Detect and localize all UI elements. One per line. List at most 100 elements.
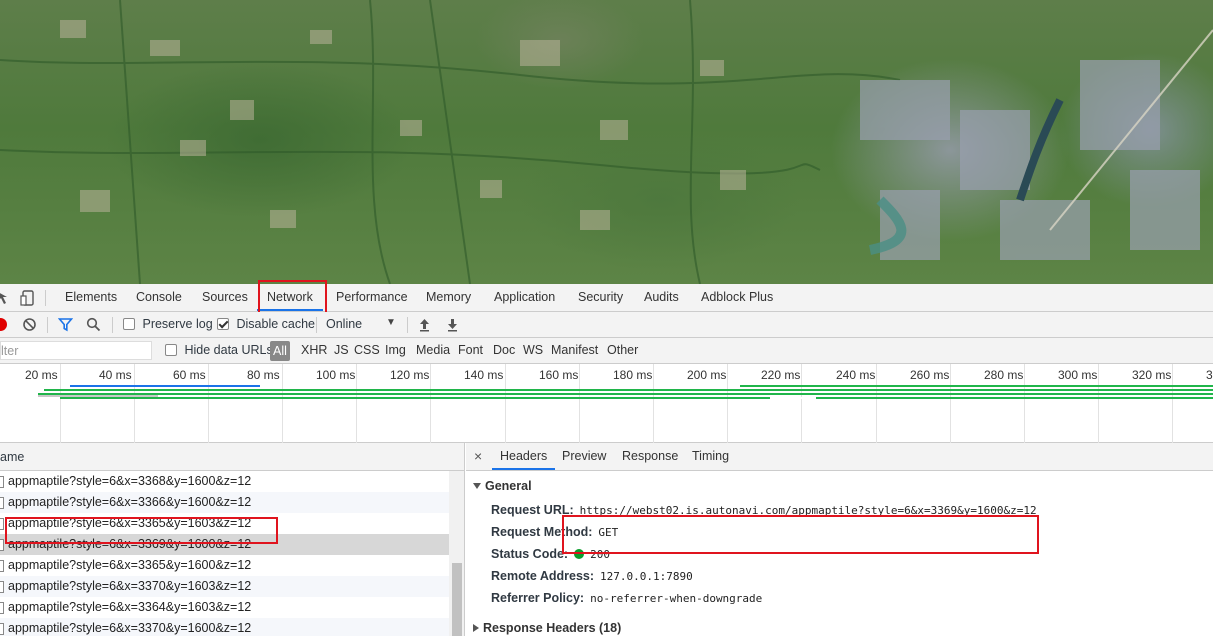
filter-type-font[interactable]: Font bbox=[458, 343, 483, 357]
tab-network[interactable]: Network bbox=[257, 284, 323, 311]
tab-sources[interactable]: Sources bbox=[192, 284, 258, 311]
filter-icon[interactable] bbox=[58, 317, 73, 332]
import-har-icon[interactable] bbox=[418, 317, 431, 332]
timeline-gridline bbox=[727, 364, 728, 443]
timeline-tick-label: 140 ms bbox=[464, 368, 504, 382]
response-headers-section-header[interactable]: Response Headers (18) bbox=[473, 621, 621, 635]
timeline-tick-label: 160 ms bbox=[539, 368, 579, 382]
timeline-gridline bbox=[60, 364, 61, 443]
document-icon bbox=[0, 497, 4, 509]
record-icon[interactable] bbox=[0, 318, 7, 331]
toolbar-separator bbox=[47, 317, 48, 333]
device-toolbar-icon[interactable] bbox=[20, 290, 36, 306]
close-icon[interactable]: × bbox=[474, 448, 482, 464]
request-row-selected[interactable]: appmaptile?style=6&x=3369&y=1600&z=12 bbox=[0, 534, 449, 555]
filter-type-xhr[interactable]: XHR bbox=[301, 343, 327, 357]
name-column-header: ame bbox=[0, 450, 25, 464]
highlight-request-url bbox=[562, 515, 1039, 554]
timeline-tick-label: 180 ms bbox=[613, 368, 653, 382]
request-row[interactable]: appmaptile?style=6&x=3364&y=1603&z=12 bbox=[0, 597, 449, 618]
response-headers-title: Response Headers (18) bbox=[483, 621, 622, 635]
document-icon bbox=[0, 623, 4, 635]
request-name: appmaptile?style=6&x=3365&y=1600&z=12 bbox=[8, 558, 252, 572]
filter-type-img[interactable]: Img bbox=[385, 343, 406, 357]
request-name: appmaptile?style=6&x=3368&y=1600&z=12 bbox=[8, 474, 252, 488]
timeline-gridline bbox=[579, 364, 580, 443]
general-section-header[interactable]: General bbox=[473, 479, 532, 493]
timeline-overview[interactable]: 20 ms 40 ms 60 ms 80 ms 100 ms 120 ms 14… bbox=[0, 364, 1213, 443]
timeline-tick-label: 320 ms bbox=[1132, 368, 1172, 382]
tab-console[interactable]: Console bbox=[126, 284, 192, 311]
devtools-tab-bar: Elements Console Sources Network Perform… bbox=[0, 280, 1213, 316]
tab-performance[interactable]: Performance bbox=[326, 284, 418, 311]
request-row[interactable]: appmaptile?style=6&x=3365&y=1600&z=12 bbox=[0, 555, 449, 576]
tab-timing[interactable]: Timing bbox=[684, 443, 737, 470]
timeline-tick-label: 300 ms bbox=[1058, 368, 1098, 382]
tab-preview[interactable]: Preview bbox=[554, 443, 614, 470]
request-list-scrollbar[interactable] bbox=[449, 471, 464, 636]
toolbar-separator bbox=[112, 317, 113, 333]
request-row[interactable]: appmaptile?style=6&x=3368&y=1600&z=12 bbox=[0, 471, 449, 492]
request-row[interactable]: appmaptile?style=6&x=3365&y=1603&z=12 bbox=[0, 513, 449, 534]
request-row[interactable]: appmaptile?style=6&x=3370&y=1600&z=12 bbox=[0, 618, 449, 636]
filter-type-doc[interactable]: Doc bbox=[493, 343, 515, 357]
timeline-tick-label: 260 ms bbox=[910, 368, 950, 382]
filter-input[interactable]: lter bbox=[0, 341, 152, 360]
hide-data-urls-checkbox[interactable]: Hide data URLs bbox=[165, 343, 273, 357]
filter-type-manifest[interactable]: Manifest bbox=[551, 343, 598, 357]
network-filter-bar: lter Hide data URLs All XHR JS CSS Img M… bbox=[0, 338, 1213, 364]
document-icon bbox=[0, 560, 4, 572]
search-icon[interactable] bbox=[86, 317, 101, 332]
timeline-bar bbox=[60, 397, 1213, 399]
tab-adblock-plus[interactable]: Adblock Plus bbox=[691, 284, 783, 311]
preserve-log-checkbox[interactable]: Preserve log bbox=[123, 317, 213, 331]
timeline-tick-label: 240 ms bbox=[836, 368, 876, 382]
tab-application[interactable]: Application bbox=[484, 284, 565, 311]
filter-type-js[interactable]: JS bbox=[334, 343, 349, 357]
clear-icon[interactable] bbox=[22, 317, 37, 332]
filter-type-all[interactable]: All bbox=[270, 341, 290, 361]
status-code-value: 200 bbox=[590, 548, 610, 561]
tab-response[interactable]: Response bbox=[614, 443, 686, 470]
timeline-bar bbox=[44, 389, 1213, 391]
export-har-icon[interactable] bbox=[446, 317, 459, 332]
filter-type-ws[interactable]: WS bbox=[523, 343, 543, 357]
filter-type-other[interactable]: Other bbox=[607, 343, 638, 357]
filter-placeholder: lter bbox=[1, 344, 19, 358]
timeline-bar bbox=[740, 385, 1213, 387]
tab-headers[interactable]: Headers bbox=[492, 443, 556, 470]
tab-security[interactable]: Security bbox=[568, 284, 633, 311]
tab-memory[interactable]: Memory bbox=[416, 284, 481, 311]
timeline-gridline bbox=[282, 364, 283, 443]
disable-cache-checkbox[interactable]: Disable cache bbox=[217, 317, 315, 331]
tab-separator bbox=[45, 290, 46, 306]
tab-audits[interactable]: Audits bbox=[634, 284, 689, 311]
status-code-label: Status Code: bbox=[491, 547, 569, 561]
timeline-tick-label: 100 ms bbox=[316, 368, 356, 382]
filter-type-css[interactable]: CSS bbox=[354, 343, 380, 357]
filter-type-media[interactable]: Media bbox=[416, 343, 450, 357]
request-list-header[interactable]: ame bbox=[0, 443, 464, 471]
timeline-tick-label: 120 ms bbox=[390, 368, 430, 382]
checkbox-icon bbox=[123, 318, 135, 330]
timeline-tick-label: 40 ms bbox=[99, 368, 132, 382]
request-method-label: Request Method: bbox=[491, 525, 593, 539]
chevron-down-icon[interactable]: ▼ bbox=[386, 317, 396, 328]
throttling-value: Online bbox=[326, 317, 363, 331]
request-row[interactable]: appmaptile?style=6&x=3370&y=1603&z=12 bbox=[0, 576, 449, 597]
request-row[interactable]: appmaptile?style=6&x=3366&y=1600&z=12 bbox=[0, 492, 449, 513]
status-success-icon bbox=[574, 549, 585, 559]
hide-data-urls-label: Hide data URLs bbox=[184, 343, 273, 357]
document-icon bbox=[0, 581, 4, 593]
timeline-gridline bbox=[1024, 364, 1025, 443]
timeline-gridline bbox=[801, 364, 802, 443]
tab-elements[interactable]: Elements bbox=[55, 284, 127, 311]
toolbar-separator bbox=[316, 317, 317, 333]
scrollbar-thumb[interactable] bbox=[452, 563, 462, 636]
referrer-policy-row: Referrer Policy: no-referrer-when-downgra… bbox=[491, 591, 762, 605]
inspect-element-icon[interactable] bbox=[0, 290, 12, 306]
throttling-select[interactable]: Online bbox=[326, 317, 362, 331]
satellite-map[interactable] bbox=[0, 0, 1213, 284]
timeline-gridline bbox=[134, 364, 135, 443]
timeline-bar bbox=[70, 385, 260, 387]
